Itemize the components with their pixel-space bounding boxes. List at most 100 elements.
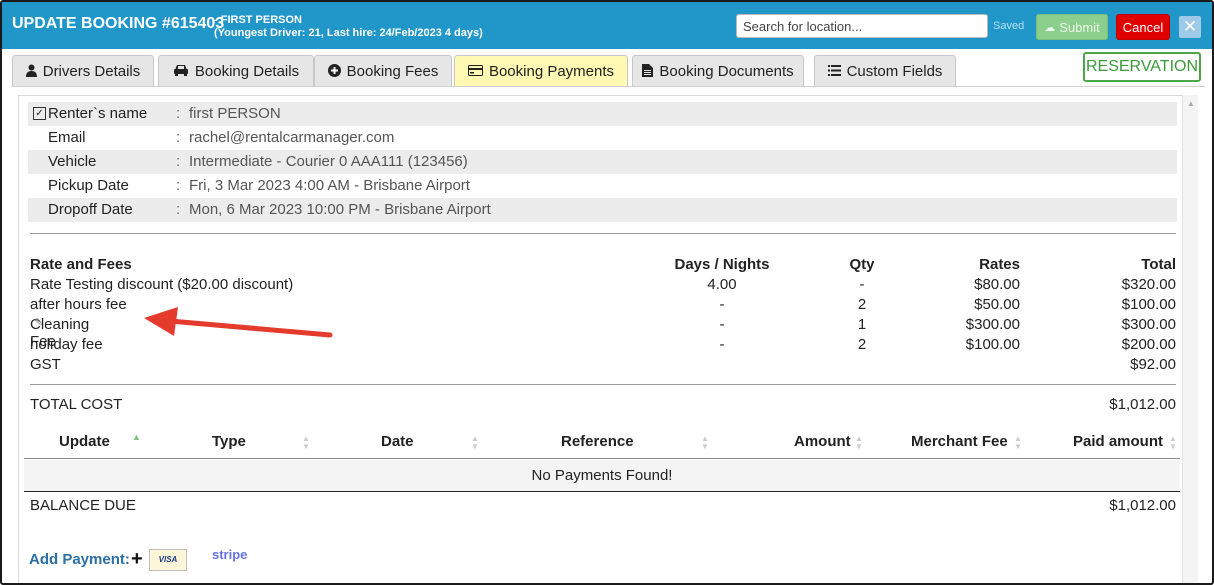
sort-icon[interactable]: ▲ ▼ [855,435,863,451]
sort-icon[interactable]: ▲ ▼ [471,435,479,451]
col-date[interactable]: Date [381,433,414,450]
info-label: Vehicle [48,153,97,170]
fee-name: Rate Testing discount ($20.00 discount) [30,276,294,293]
list-icon [827,64,841,79]
info-label: Dropoff Date [48,201,133,218]
fee-days: - [719,316,725,333]
total-cost-value: $1,012.00 [1109,396,1176,413]
fees-header-total: Total [1141,256,1176,273]
dropoff-date-row: Dropoff Date : Mon, 6 Mar 2023 10:00 PM … [28,198,1177,222]
tab-booking-details[interactable]: Booking Details [158,55,314,87]
fee-total: $320.00 [1121,276,1176,293]
tab-label: Custom Fields [846,63,943,80]
info-value: rachel@rentalcarmanager.com [189,129,395,146]
pickup-date-row: Pickup Date : Fri, 3 Mar 2023 4:00 AM - … [28,174,1177,198]
cloud-upload-icon: ☁ [1044,21,1056,34]
fee-rate: $100.00 [965,336,1020,353]
payments-table-header: Update ▲ Type ▲ ▼ Date ▲ ▼ Reference ▲ ▼ Am… [24,429,1180,459]
title-subtitle: - FIRST PERSON (Youngest Driver: 21, Las… [214,14,483,40]
col-type[interactable]: Type [212,433,246,450]
fee-days: 4.00 [707,276,737,293]
location-search-input[interactable] [736,14,988,38]
info-colon: : [176,129,181,146]
info-value: Fri, 3 Mar 2023 4:00 AM - Brisbane Airpo… [189,177,470,194]
fee-qty: 1 [857,316,867,333]
fee-total: $300.00 [1121,316,1176,333]
fee-days: - [719,336,725,353]
tab-label: Booking Details [194,63,300,80]
title-driver-info: (Youngest Driver: 21, Last hire: 24/Feb/… [214,27,483,39]
info-value: first PERSON [189,105,281,122]
tab-label: Booking Payments [488,63,615,80]
fee-rate: $300.00 [965,316,1020,333]
close-icon[interactable]: ✕ [1179,16,1201,38]
tab-custom-fields[interactable]: Custom Fields [814,55,956,87]
user-icon [25,64,37,80]
renter-checkbox[interactable]: ✓ [33,107,46,120]
submit-button[interactable]: ☁ Submit [1036,14,1108,40]
visa-card-icon[interactable]: VISA [149,549,187,571]
col-paid-amount[interactable]: Paid amount [1073,433,1163,450]
vertical-scrollbar[interactable] [1182,95,1198,583]
submit-label: Submit [1059,19,1100,35]
sort-icon[interactable]: ▲ ▼ [1014,435,1022,451]
sort-icon[interactable]: ▲ ▼ [701,435,709,451]
vehicle-row: Vehicle : Intermediate - Courier 0 AAA11… [28,150,1177,174]
stripe-logo[interactable]: stripe [212,547,247,562]
title-bar: UPDATE BOOKING #615403 - FIRST PERSON (Y… [2,2,1212,49]
info-colon: : [176,153,181,170]
fee-row: holiday fee - 2 $100.00 $200.00 [30,336,1176,356]
balance-due-label: BALANCE DUE [30,497,136,514]
cancel-button[interactable]: Cancel [1116,14,1170,40]
fee-total: $100.00 [1121,296,1176,313]
document-icon [642,63,654,80]
info-value: Mon, 6 Mar 2023 10:00 PM - Brisbane Airp… [189,201,491,218]
add-payment-plus-icon[interactable]: + [131,548,143,571]
tab-divider [12,86,1205,87]
reservation-button[interactable]: RESERVATION [1083,52,1201,82]
fee-name: GST [30,356,61,373]
tab-label: Booking Fees [346,63,439,80]
fee-qty: 2 [857,336,867,353]
info-label: Pickup Date [48,177,129,194]
divider [30,384,1176,385]
sort-icon[interactable]: ▲ ▼ [302,435,310,451]
fee-row: GST $92.00 [30,356,1176,376]
car-icon [173,64,189,79]
sort-asc-icon[interactable]: ▲ [132,433,141,442]
fee-days: - [719,296,725,313]
info-label: Email [48,129,86,146]
fee-total: $92.00 [1130,356,1176,373]
fee-name: after hours fee [30,296,127,313]
scroll-up-icon[interactable]: ▲ [1187,99,1195,108]
col-amount[interactable]: Amount [794,433,851,450]
fee-row: after hours fee - 2 $50.00 $100.00 [30,296,1176,316]
plus-circle-icon [327,63,341,80]
credit-card-icon [467,64,483,79]
col-reference[interactable]: Reference [561,433,634,450]
tab-drivers-details[interactable]: Drivers Details [12,55,154,87]
col-merchant-fee[interactable]: Merchant Fee [911,433,1008,450]
fees-header-qty: Qty [849,256,875,273]
add-payment-label: Add Payment: [29,551,130,568]
saved-status: Saved [993,20,1025,32]
col-update[interactable]: Update [59,433,110,450]
fee-total: $200.00 [1121,336,1176,353]
balance-due-value: $1,012.00 [1109,497,1176,514]
tab-booking-fees[interactable]: Booking Fees [314,55,452,87]
pencil-edit-icon[interactable]: ✎ [34,316,43,329]
fees-header-rates: Rates [979,256,1020,273]
sort-icon[interactable]: ▲ ▼ [1169,435,1177,451]
info-value: Intermediate - Courier 0 AAA111 (123456) [189,153,468,170]
title-renter: - FIRST PERSON [214,14,303,26]
fee-rate: $50.00 [974,296,1020,313]
tab-booking-documents[interactable]: Booking Documents [632,55,804,87]
tab-booking-payments[interactable]: Booking Payments [454,55,628,87]
total-cost-label: TOTAL COST [30,396,123,413]
fee-qty: - [859,276,865,293]
renter-name-row: ✓ Renter`s name : first PERSON [28,102,1177,126]
booking-dialog: UPDATE BOOKING #615403 - FIRST PERSON (Y… [0,0,1214,585]
tab-label: Drivers Details [42,63,141,80]
divider [30,233,1176,234]
tab-label: Booking Documents [659,63,794,80]
